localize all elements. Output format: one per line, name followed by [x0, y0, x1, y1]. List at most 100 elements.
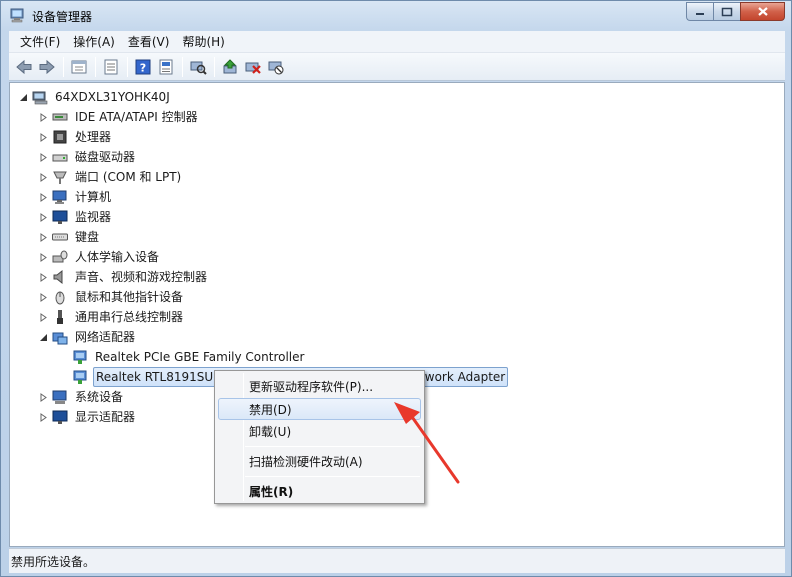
- processor-icon: [52, 129, 68, 145]
- computer-icon: [52, 189, 68, 205]
- help-button[interactable]: ?: [132, 56, 154, 78]
- tree-node-realtek-pcie[interactable]: Realtek PCIe GBE Family Controller: [72, 347, 306, 367]
- menu-file[interactable]: 文件(F): [15, 33, 65, 50]
- collapse-icon[interactable]: [39, 333, 48, 342]
- window-title: 设备管理器: [32, 10, 93, 24]
- scan-hardware-button[interactable]: [187, 56, 209, 78]
- expand-icon[interactable]: [39, 152, 48, 162]
- status-text: 禁用所选设备。: [11, 554, 96, 569]
- computer-root-icon: [32, 89, 48, 105]
- device-manager-icon: [9, 7, 26, 24]
- expand-icon[interactable]: [39, 172, 48, 182]
- expand-icon[interactable]: [39, 192, 48, 202]
- expand-icon[interactable]: [39, 212, 48, 222]
- disable-button[interactable]: [265, 56, 287, 78]
- tree-root[interactable]: 64XDXL31YOHK40J: [19, 87, 172, 107]
- tree-node-label: 系统设备: [75, 390, 124, 404]
- ctx-disable[interactable]: 禁用(D): [218, 398, 421, 420]
- scan-hardware-icon: [190, 61, 207, 75]
- expand-icon[interactable]: [39, 132, 48, 142]
- ctx-scan-hardware[interactable]: 扫描检测硬件改动(A): [218, 450, 421, 472]
- expand-icon[interactable]: [39, 412, 48, 422]
- tree-node-port[interactable]: 端口 (COM 和 LPT): [39, 167, 183, 187]
- toolbar-separator: [127, 56, 128, 77]
- expand-icon[interactable]: [39, 292, 48, 302]
- tree-node-label: 人体学输入设备: [75, 250, 160, 264]
- update-driver-button[interactable]: [219, 56, 241, 78]
- ctx-item-label: 更新驱动程序软件(P)...: [249, 379, 374, 394]
- disable-icon: [268, 61, 284, 74]
- tree-node-network[interactable]: 网络适配器: [39, 327, 137, 347]
- tree-root-label: 64XDXL31YOHK40J: [55, 90, 170, 104]
- back-button[interactable]: [13, 56, 35, 78]
- list-view-button[interactable]: [100, 56, 122, 78]
- title-bar[interactable]: 设备管理器: [1, 1, 791, 31]
- tree-node-display[interactable]: 显示适配器: [39, 407, 137, 427]
- collapse-icon[interactable]: [19, 93, 28, 102]
- sound-icon: [52, 269, 68, 285]
- tree-node-monitor[interactable]: 监视器: [39, 207, 113, 227]
- tree-node-mouse[interactable]: 鼠标和其他指针设备: [39, 287, 185, 307]
- uninstall-icon: [245, 62, 261, 74]
- network-card-icon: [72, 349, 88, 365]
- ctx-uninstall[interactable]: 卸载(U): [218, 420, 421, 442]
- toolbar-separator: [214, 56, 215, 77]
- ide-controller-icon: [52, 109, 68, 125]
- tree-node-label: 键盘: [75, 230, 100, 244]
- tree-node-label: 显示适配器: [75, 410, 136, 424]
- expand-icon[interactable]: [39, 232, 48, 242]
- expand-icon[interactable]: [39, 392, 48, 402]
- tree-node-keyboard[interactable]: 键盘: [39, 227, 101, 247]
- ctx-item-label: 扫描检测硬件改动(A): [249, 454, 363, 469]
- maximize-icon: [721, 7, 733, 16]
- toolbar-separator: [95, 56, 96, 77]
- minimize-icon: [696, 12, 704, 15]
- svg-text:?: ?: [140, 61, 146, 74]
- expand-icon[interactable]: [39, 272, 48, 282]
- tree-node-usb[interactable]: 通用串行总线控制器: [39, 307, 185, 327]
- expand-icon[interactable]: [39, 312, 48, 322]
- minimize-button[interactable]: [686, 2, 713, 21]
- menu-help[interactable]: 帮助(H): [177, 33, 229, 50]
- tree-node-processor[interactable]: 处理器: [39, 127, 113, 147]
- system-device-icon: [52, 389, 68, 405]
- tree-node-label: 网络适配器: [75, 330, 136, 344]
- update-driver-icon: [223, 58, 237, 73]
- forward-icon: [39, 59, 55, 74]
- forward-button[interactable]: [36, 56, 58, 78]
- tree-node-label: 通用串行总线控制器: [75, 310, 184, 324]
- close-button[interactable]: [740, 2, 785, 21]
- toolbar-separator: [63, 56, 64, 77]
- tree-node-sound[interactable]: 声音、视频和游戏控制器: [39, 267, 209, 287]
- display-adapter-icon: [52, 409, 68, 425]
- tree-node-system[interactable]: 系统设备: [39, 387, 125, 407]
- help-icon: ?: [135, 59, 151, 74]
- ctx-item-label: 属性(R): [249, 484, 294, 499]
- usb-icon: [52, 309, 68, 325]
- menu-separator: [245, 476, 420, 477]
- tree-node-hid[interactable]: 人体学输入设备: [39, 247, 161, 267]
- uninstall-button[interactable]: [242, 56, 264, 78]
- tree-node-disk[interactable]: 磁盘驱动器: [39, 147, 137, 167]
- ctx-update-driver[interactable]: 更新驱动程序软件(P)...: [218, 375, 421, 397]
- properties-view-icon: [71, 60, 87, 73]
- maximize-button[interactable]: [713, 2, 740, 21]
- expand-icon[interactable]: [39, 112, 48, 122]
- menu-view[interactable]: 查看(V): [123, 33, 175, 50]
- tree-node-label: Realtek PCIe GBE Family Controller: [95, 350, 305, 364]
- menu-action[interactable]: 操作(A): [68, 33, 120, 50]
- tree-node-label: 处理器: [75, 130, 112, 144]
- properties-view-button[interactable]: [68, 56, 90, 78]
- port-icon: [52, 169, 68, 185]
- expand-icon[interactable]: [39, 252, 48, 262]
- resources-button[interactable]: [155, 56, 177, 78]
- tree-node-computer[interactable]: 计算机: [39, 187, 113, 207]
- tree-node-label: 计算机: [75, 190, 112, 204]
- tree-node-ide[interactable]: IDE ATA/ATAPI 控制器: [39, 107, 200, 127]
- ctx-item-label: 禁用(D): [249, 402, 292, 417]
- ctx-properties[interactable]: 属性(R): [218, 480, 421, 502]
- tree-node-label: 端口 (COM 和 LPT): [75, 170, 182, 184]
- tree-node-label: 监视器: [75, 210, 112, 224]
- resources-icon: [159, 59, 173, 74]
- menu-bar: 文件(F) 操作(A) 查看(V) 帮助(H): [9, 31, 785, 53]
